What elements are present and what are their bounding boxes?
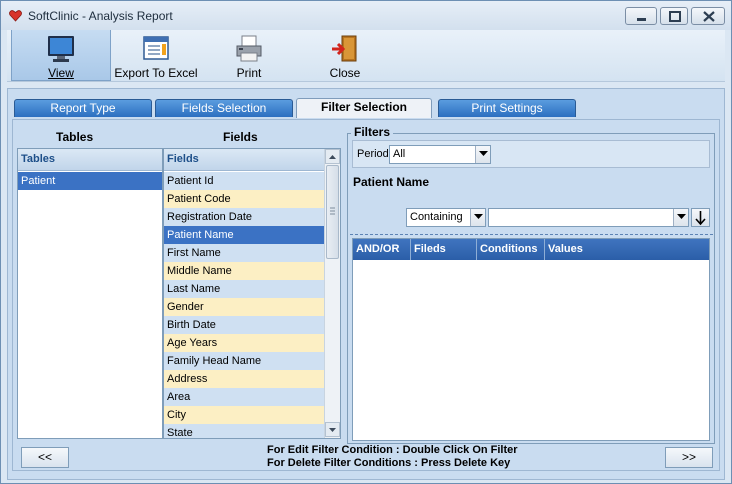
fields-heading: Fields bbox=[223, 130, 258, 144]
printer-icon bbox=[236, 35, 262, 62]
delete-hint: For Delete Filter Conditions : Press Del… bbox=[267, 457, 511, 469]
period-label: Period bbox=[357, 148, 389, 160]
field-item-selected[interactable]: Patient Name bbox=[164, 226, 324, 244]
grid-header: AND/OR Fileds Conditions Values bbox=[353, 239, 709, 260]
field-item[interactable]: Address bbox=[164, 370, 324, 388]
toolbar: View Export To Excel Print Close bbox=[7, 30, 725, 82]
minimize-button[interactable] bbox=[625, 7, 657, 25]
condition-dropdown-button[interactable] bbox=[470, 209, 485, 226]
tab-fields-selection[interactable]: Fields Selection bbox=[155, 99, 293, 117]
column-fields[interactable]: Fileds bbox=[411, 239, 477, 260]
edit-hint: For Edit Filter Condition : Double Click… bbox=[267, 444, 518, 456]
print-label: Print bbox=[236, 66, 262, 80]
filter-conditions-grid[interactable]: AND/OR Fileds Conditions Values bbox=[352, 238, 710, 441]
field-item[interactable]: State bbox=[164, 424, 324, 438]
filters-title: Filters bbox=[351, 125, 394, 139]
close-icon bbox=[703, 11, 715, 22]
filter-selection-content: Tables Tables Patient Fields Fields Pati… bbox=[12, 119, 720, 471]
table-item-patient[interactable]: Patient bbox=[18, 172, 162, 190]
field-item[interactable]: First Name bbox=[164, 244, 324, 262]
next-button[interactable]: >> bbox=[665, 447, 713, 468]
tab-print-settings[interactable]: Print Settings bbox=[438, 99, 576, 117]
maximize-icon bbox=[669, 11, 681, 22]
field-item[interactable]: Birth Date bbox=[164, 316, 324, 334]
period-value: All bbox=[393, 148, 406, 160]
condition-value: Containing bbox=[410, 211, 463, 223]
close-window-button[interactable] bbox=[691, 7, 725, 25]
scroll-down-button[interactable] bbox=[325, 422, 340, 437]
close-label: Close bbox=[329, 66, 361, 80]
add-filter-button[interactable] bbox=[691, 208, 710, 227]
fields-list-header[interactable]: Fields bbox=[164, 149, 324, 171]
field-item[interactable]: Last Name bbox=[164, 280, 324, 298]
chevron-down-icon bbox=[474, 214, 483, 219]
view-label: View bbox=[48, 66, 74, 80]
field-item[interactable]: City bbox=[164, 406, 324, 424]
tables-list[interactable]: Tables Patient bbox=[17, 148, 163, 439]
chevron-down-icon bbox=[479, 151, 488, 156]
field-item[interactable]: Area bbox=[164, 388, 324, 406]
tables-list-header[interactable]: Tables bbox=[18, 149, 162, 171]
minimize-icon bbox=[637, 18, 646, 21]
app-heart-icon bbox=[9, 10, 22, 22]
tab-filter-selection[interactable]: Filter Selection bbox=[296, 98, 432, 118]
arrow-down-icon bbox=[695, 211, 706, 226]
filter-field-name: Patient Name bbox=[353, 175, 430, 189]
condition-select[interactable]: Containing bbox=[406, 208, 486, 227]
grip-icon bbox=[330, 207, 335, 215]
view-button[interactable]: View bbox=[11, 30, 111, 81]
arrow-down-icon bbox=[329, 428, 336, 432]
chevron-down-icon bbox=[677, 214, 686, 219]
export-label: Export To Excel bbox=[114, 66, 198, 80]
period-dropdown-button[interactable] bbox=[475, 146, 490, 163]
monitor-icon bbox=[48, 36, 74, 62]
filter-value-select[interactable] bbox=[488, 208, 689, 227]
field-item[interactable]: Gender bbox=[164, 298, 324, 316]
excel-sheet-icon bbox=[143, 36, 169, 60]
period-row: Period All bbox=[352, 140, 710, 168]
separator bbox=[350, 234, 713, 235]
exit-door-icon bbox=[332, 35, 357, 62]
field-item[interactable]: Middle Name bbox=[164, 262, 324, 280]
close-button[interactable]: Close bbox=[315, 30, 375, 81]
column-conditions[interactable]: Conditions bbox=[477, 239, 545, 260]
field-item[interactable]: Registration Date bbox=[164, 208, 324, 226]
window-title: SoftClinic - Analysis Report bbox=[28, 9, 173, 23]
tables-heading: Tables bbox=[56, 130, 94, 144]
column-values[interactable]: Values bbox=[545, 239, 709, 260]
maximize-button[interactable] bbox=[660, 7, 688, 25]
print-button[interactable]: Print bbox=[219, 30, 279, 81]
title-bar: SoftClinic - Analysis Report bbox=[1, 1, 731, 30]
tab-report-type[interactable]: Report Type bbox=[14, 99, 152, 117]
previous-button[interactable]: << bbox=[21, 447, 69, 468]
field-item[interactable]: Family Head Name bbox=[164, 352, 324, 370]
value-dropdown-button[interactable] bbox=[673, 209, 688, 226]
main-panel: Report Type Fields Selection Filter Sele… bbox=[7, 88, 725, 480]
fields-scrollbar[interactable] bbox=[324, 149, 340, 438]
fields-list[interactable]: Fields Patient Id Patient Code Registrat… bbox=[163, 148, 341, 439]
field-item[interactable]: Patient Id bbox=[164, 172, 324, 190]
period-select[interactable]: All bbox=[389, 145, 491, 164]
field-item[interactable]: Patient Code bbox=[164, 190, 324, 208]
arrow-up-icon bbox=[329, 155, 336, 159]
app-window: SoftClinic - Analysis Report View Export… bbox=[0, 0, 732, 484]
scroll-up-button[interactable] bbox=[325, 149, 340, 164]
scroll-thumb[interactable] bbox=[326, 165, 339, 259]
field-item[interactable]: Age Years bbox=[164, 334, 324, 352]
export-to-excel-button[interactable]: Export To Excel bbox=[111, 30, 201, 81]
column-and-or[interactable]: AND/OR bbox=[353, 239, 411, 260]
